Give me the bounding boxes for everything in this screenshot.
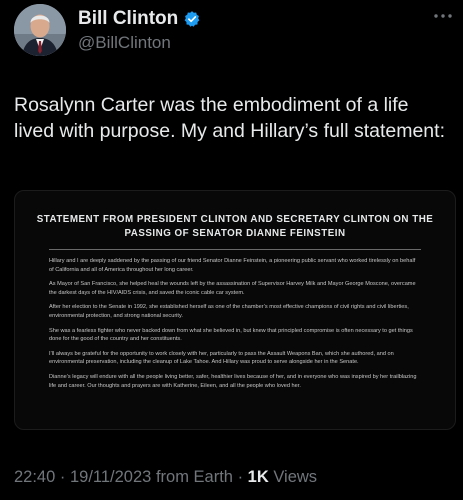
author-name-block: Bill Clinton @BillClinton [78,8,201,53]
views-label: Views [273,468,318,486]
meta-separator: · [59,468,66,486]
statement-body: Hillary and I are deeply saddened by the… [49,257,421,396]
avatar-image [14,4,66,56]
statement-paragraph: As Mayor of San Francisco, she helped he… [49,281,416,296]
statement-paragraph: Hillary and I are deeply saddened by the… [49,258,416,273]
views-count[interactable]: 1K [248,468,269,486]
tweet-header: Bill Clinton @BillClinton [14,4,454,56]
meta-separator: · [237,468,244,486]
statement-image[interactable]: STATEMENT FROM PRESIDENT CLINTON AND SEC… [14,190,456,430]
statement-paragraph: I’ll always be grateful for the opportun… [49,350,394,366]
tweet-time[interactable]: 22:40 [14,468,55,486]
tweet-text: Rosalynn Carter was the embodiment of a … [14,94,445,142]
tweet: Bill Clinton @BillClinton Rosalynn Carte… [0,0,463,500]
display-name-row: Bill Clinton [78,8,201,30]
statement-title: STATEMENT FROM PRESIDENT CLINTON AND SEC… [36,214,434,239]
tweet-meta: 22:40 · 19/11/2023 from Earth · 1K Views [14,468,317,487]
tweet-date[interactable]: 19/11/2023 [70,468,151,486]
more-options-icon[interactable] [432,10,454,22]
statement-divider [49,249,421,250]
avatar[interactable] [14,4,66,56]
verified-badge-icon [184,11,200,27]
tweet-source: from Earth [155,468,233,486]
statement-paragraph: Dianne’s legacy will endure with all the… [49,373,417,389]
statement-paragraph: After her election to the Senate in 1992… [49,304,409,319]
statement-paragraph: She was a fearless fighter who never bac… [49,327,413,343]
display-name[interactable]: Bill Clinton [78,8,178,30]
handle[interactable]: @BillClinton [78,33,201,53]
